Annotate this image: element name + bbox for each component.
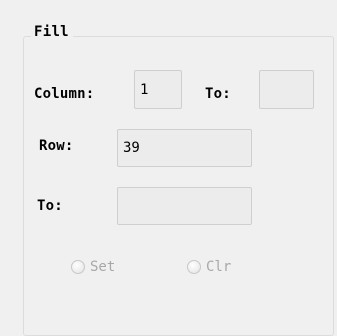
row-input[interactable]	[117, 129, 252, 167]
set-radio-label: Set	[90, 259, 116, 275]
row-to-input[interactable]	[117, 187, 252, 225]
row-to-label: To:	[37, 198, 63, 214]
clr-radio-button[interactable]	[187, 260, 201, 274]
fill-group-title: Fill	[31, 23, 73, 41]
set-radio-button[interactable]	[71, 260, 85, 274]
clr-radio[interactable]: Clr	[187, 258, 231, 276]
clr-radio-label: Clr	[206, 259, 232, 275]
column-to-input[interactable]	[259, 70, 314, 109]
column-to-label: To:	[205, 86, 231, 102]
column-input[interactable]	[134, 70, 182, 109]
row-label: Row:	[39, 138, 74, 154]
column-label: Column:	[34, 86, 95, 102]
set-radio[interactable]: Set	[71, 258, 115, 276]
